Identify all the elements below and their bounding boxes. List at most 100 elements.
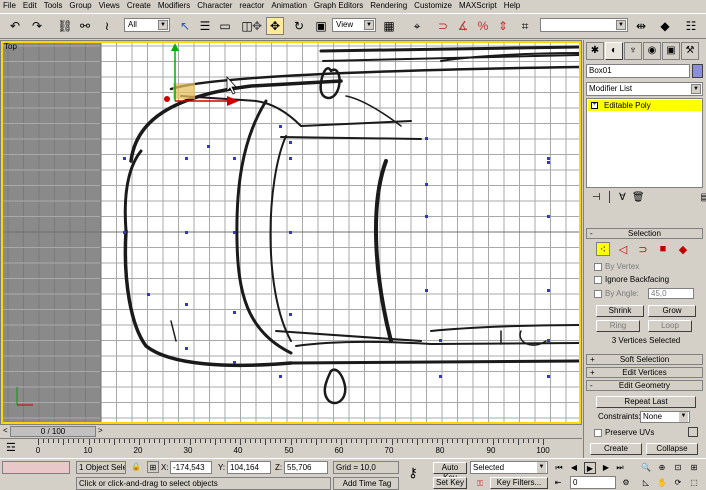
menu-character[interactable]: Character bbox=[197, 0, 232, 12]
chevron-right-icon[interactable]: > bbox=[98, 426, 103, 435]
bind-space-warp-icon[interactable]: ≀ bbox=[98, 17, 116, 35]
spinner-snap-icon[interactable]: ⇕ bbox=[494, 17, 512, 35]
repeat-last-button[interactable]: Repeat Last bbox=[596, 396, 696, 408]
add-time-tag-button[interactable]: Add Time Tag bbox=[333, 477, 399, 490]
select-manipulate-icon[interactable]: ⌖ bbox=[408, 17, 426, 35]
absolute-mode-icon[interactable]: ⊞ bbox=[147, 461, 159, 473]
next-frame-icon[interactable]: ▶ bbox=[600, 462, 612, 474]
preserve-uvs-settings-icon[interactable] bbox=[688, 427, 698, 437]
menu-modifiers[interactable]: Modifiers bbox=[158, 0, 190, 12]
stack-item-editable-poly[interactable]: + Editable Poly bbox=[588, 100, 701, 111]
show-end-result-icon[interactable]: │ bbox=[607, 192, 613, 208]
zoom-icon[interactable]: 🔍 bbox=[640, 462, 652, 474]
angle-spinner[interactable]: 45,0 bbox=[648, 288, 694, 299]
menu-file[interactable]: File bbox=[3, 0, 16, 12]
select-rotate-icon[interactable]: ↻ bbox=[290, 17, 308, 35]
key-mode-toggle-icon[interactable]: ⇤ bbox=[552, 477, 564, 489]
rectangular-selection-icon[interactable]: ▭ bbox=[216, 17, 234, 35]
rollout-edit-geometry[interactable]: - Edit Geometry bbox=[586, 380, 703, 391]
modifier-list-dropdown[interactable]: Modifier List ▼ bbox=[586, 82, 703, 96]
go-to-end-icon[interactable]: ⏭ bbox=[614, 462, 626, 474]
menu-reactor[interactable]: reactor bbox=[239, 0, 264, 12]
y-coordinate-field[interactable]: 104,164 bbox=[227, 461, 271, 474]
object-color-swatch[interactable] bbox=[692, 64, 703, 78]
constraints-dropdown[interactable]: None ▼ bbox=[640, 411, 690, 423]
percent-snap-icon[interactable]: % bbox=[474, 17, 492, 35]
track-bar[interactable]: ☲ 0 10 20 30 40 50 60 70 80 90 100 bbox=[0, 438, 582, 456]
snaps-toggle-icon[interactable]: ⊃ bbox=[434, 17, 452, 35]
zoom-extents-icon[interactable]: ⊡ bbox=[672, 462, 684, 474]
previous-frame-icon[interactable]: ◀ bbox=[568, 462, 580, 474]
menu-help[interactable]: Help bbox=[504, 0, 520, 12]
edge-mode-icon[interactable]: ◁ bbox=[616, 242, 630, 256]
grow-button[interactable]: Grow bbox=[648, 305, 696, 317]
menu-graph-editors[interactable]: Graph Editors bbox=[314, 0, 363, 12]
key-mode-dropdown[interactable]: Selected ▼ bbox=[470, 461, 548, 474]
chevron-left-icon[interactable]: < bbox=[3, 426, 8, 435]
menu-customize[interactable]: Customize bbox=[414, 0, 452, 12]
pivot-center-icon[interactable]: ▦ bbox=[380, 17, 398, 35]
rollout-edit-vertices[interactable]: + Edit Vertices bbox=[586, 367, 703, 378]
reference-coordinate-dropdown[interactable]: View ▼ bbox=[332, 18, 376, 32]
ring-button[interactable]: Ring bbox=[596, 320, 640, 332]
create-button[interactable]: Create bbox=[590, 443, 642, 455]
pan-icon[interactable]: ✋ bbox=[656, 477, 668, 489]
time-configuration-icon[interactable]: ⚙ bbox=[620, 477, 632, 489]
menu-create[interactable]: Create bbox=[127, 0, 151, 12]
field-of-view-icon[interactable]: ◺ bbox=[640, 477, 652, 489]
mirror-icon[interactable]: ⇹ bbox=[632, 17, 650, 35]
rollout-soft-selection[interactable]: + Soft Selection bbox=[586, 354, 703, 365]
select-move-icon[interactable]: ✥ bbox=[266, 17, 284, 35]
create-tab-icon[interactable]: ✱ bbox=[586, 42, 604, 60]
menu-animation[interactable]: Animation bbox=[271, 0, 307, 12]
named-selection-sets-icon[interactable]: ⌗ bbox=[516, 17, 534, 35]
select-move-icon-alt[interactable]: ✥ bbox=[248, 17, 266, 35]
align-icon[interactable]: ◆ bbox=[656, 17, 674, 35]
mini-curve-editor-icon[interactable]: ☲ bbox=[6, 441, 16, 454]
loop-button[interactable]: Loop bbox=[648, 320, 692, 332]
preserve-uvs-checkbox[interactable]: Preserve UVs bbox=[594, 428, 654, 437]
viewport-label[interactable]: Top bbox=[4, 42, 17, 51]
pin-stack-icon[interactable]: ⊣ bbox=[592, 192, 601, 208]
layer-manager-icon[interactable]: ☷ bbox=[682, 17, 700, 35]
selection-filter-dropdown[interactable]: All ▼ bbox=[124, 18, 170, 32]
menu-views[interactable]: Views bbox=[99, 0, 120, 12]
rollout-selection[interactable]: - Selection bbox=[586, 228, 703, 239]
key-mode-icon[interactable]: ⚷ bbox=[407, 466, 419, 479]
vertex-mode-icon[interactable]: ⁖ bbox=[596, 242, 610, 256]
maxscript-listener-mini[interactable] bbox=[2, 461, 70, 474]
modify-tab-icon[interactable]: ◐ bbox=[605, 42, 623, 60]
auto-key-button[interactable]: Auto Key bbox=[433, 462, 467, 482]
utilities-tab-icon[interactable]: ⚒ bbox=[681, 42, 699, 60]
polygon-mode-icon[interactable]: ■ bbox=[656, 242, 670, 256]
x-coordinate-field[interactable]: -174,543 bbox=[170, 461, 212, 474]
play-icon[interactable]: ▶ bbox=[584, 462, 596, 474]
border-mode-icon[interactable]: ⊃ bbox=[636, 242, 650, 256]
menu-maxscript[interactable]: MAXScript bbox=[459, 0, 497, 12]
menu-tools[interactable]: Tools bbox=[44, 0, 63, 12]
display-tab-icon[interactable]: ▣ bbox=[662, 42, 680, 60]
motion-tab-icon[interactable]: ◉ bbox=[643, 42, 661, 60]
menu-rendering[interactable]: Rendering bbox=[370, 0, 407, 12]
expand-icon[interactable]: + bbox=[591, 102, 598, 109]
remove-modifier-icon[interactable]: 🗑 bbox=[632, 192, 645, 208]
shrink-button[interactable]: Shrink bbox=[596, 305, 644, 317]
menu-edit[interactable]: Edit bbox=[23, 0, 37, 12]
collapse-button[interactable]: Collapse bbox=[646, 443, 698, 455]
select-by-name-icon[interactable]: ☰ bbox=[196, 17, 214, 35]
arc-rotate-icon[interactable]: ⟳ bbox=[672, 477, 684, 489]
ignore-backfacing-checkbox[interactable]: Ignore Backfacing bbox=[594, 275, 669, 284]
key-filters-button[interactable]: Key Filters... bbox=[490, 477, 548, 489]
by-angle-checkbox[interactable]: By Angle: bbox=[594, 289, 639, 298]
select-scale-icon[interactable]: ▣ bbox=[312, 17, 330, 35]
go-to-start-icon[interactable]: ⏮ bbox=[553, 462, 565, 474]
hierarchy-tab-icon[interactable]: ♆ bbox=[624, 42, 642, 60]
angle-snap-icon[interactable]: ∡ bbox=[454, 17, 472, 35]
by-vertex-checkbox[interactable]: By Vertex bbox=[594, 262, 639, 271]
current-frame-field[interactable]: 0 bbox=[570, 476, 616, 489]
viewport-top[interactable]: Top bbox=[0, 40, 582, 425]
select-object-icon[interactable]: ↖ bbox=[176, 17, 194, 35]
unlink-icon[interactable]: ⚯ bbox=[76, 17, 94, 35]
maximize-viewport-icon[interactable]: ⬚ bbox=[688, 477, 700, 489]
set-keys-icon[interactable]: ⚿ bbox=[474, 478, 486, 490]
